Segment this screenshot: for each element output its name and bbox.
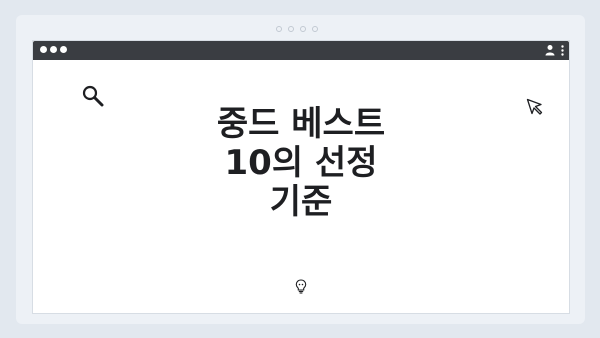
carousel-dot: [276, 26, 282, 32]
headline-line: 기준: [269, 182, 333, 222]
headline-line: 10의 선정: [224, 143, 378, 183]
window-dot: [60, 46, 67, 53]
window-dot: [50, 46, 57, 53]
headline-line: 중드 베스트: [216, 104, 386, 144]
carousel-dot: [300, 26, 306, 32]
user-icon: [545, 45, 555, 56]
kebab-menu-icon: [561, 45, 564, 56]
headline: 중드 베스트 10의 선정 기준: [183, 105, 419, 222]
cursor-arrow-icon: [526, 98, 543, 115]
lightbulb-icon: [295, 279, 307, 294]
window-titlebar: [33, 41, 569, 60]
search-icon: [82, 85, 104, 107]
window-dot: [40, 46, 47, 53]
window-controls: [40, 46, 67, 53]
carousel-dots: [276, 26, 318, 32]
browser-window: 중드 베스트 10의 선정 기준: [33, 41, 569, 313]
carousel-dot: [288, 26, 294, 32]
carousel-dot: [312, 26, 318, 32]
